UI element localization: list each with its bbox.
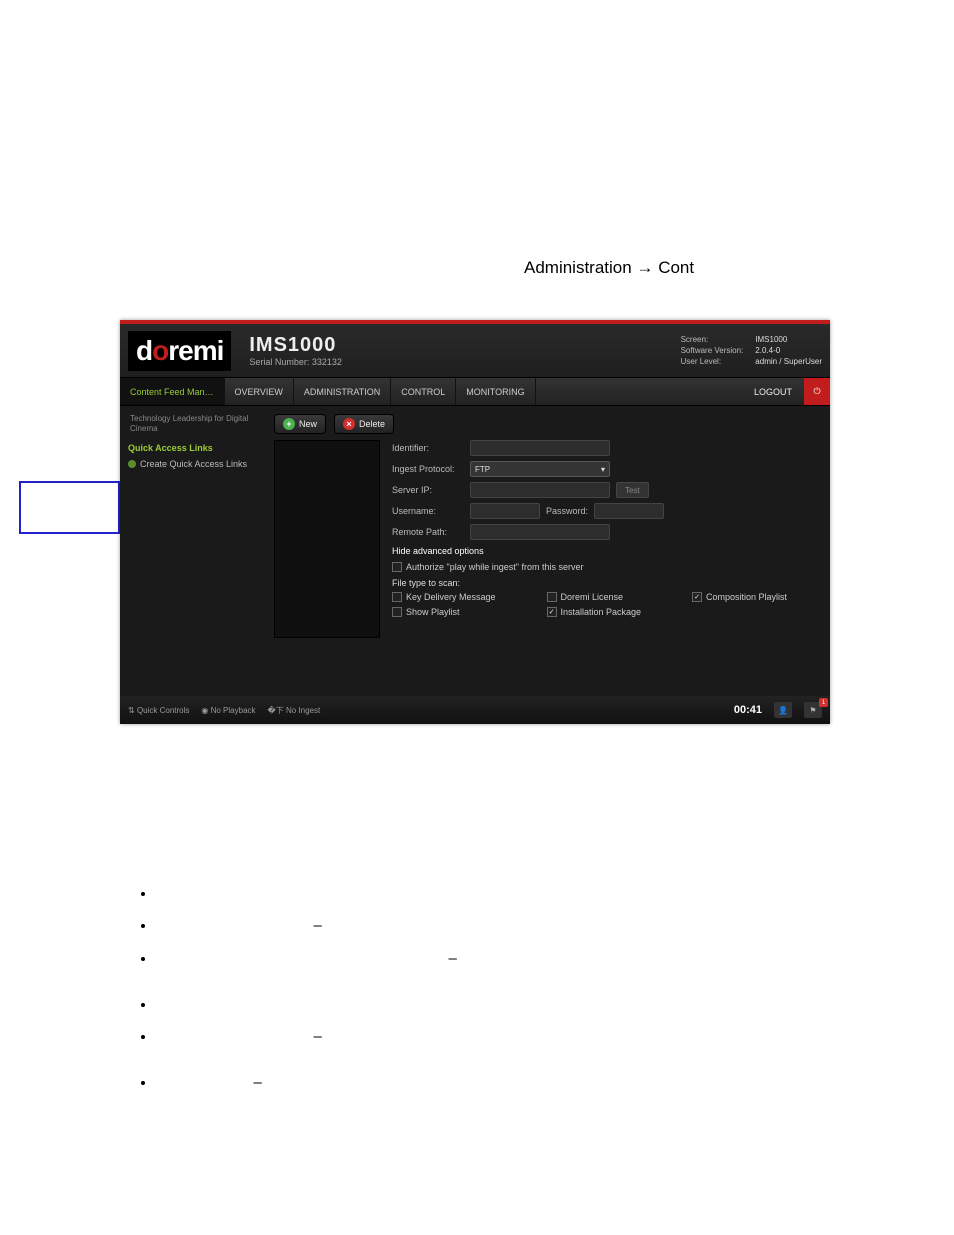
product-block: IMS1000 Serial Number: 332132 — [249, 334, 342, 367]
pkg-checkbox[interactable]: Installation Package — [547, 607, 675, 617]
power-icon[interactable]: ⏻ — [804, 378, 830, 405]
tab-control[interactable]: CONTROL — [391, 378, 456, 405]
delete-button[interactable]: ×Delete — [334, 414, 394, 434]
list-item: xxxxxxxxxxxxx– — [156, 1073, 848, 1107]
server-list[interactable] — [274, 440, 380, 638]
quick-links-title: Quick Access Links — [128, 443, 256, 453]
user-icon[interactable]: 👤 — [774, 702, 792, 718]
tagline: Technology Leadership for Digital Cinema — [130, 414, 256, 433]
list-item: x — [156, 884, 848, 904]
cpl-checkbox[interactable]: Composition Playlist — [692, 592, 820, 602]
password-input[interactable] — [594, 503, 664, 519]
authorize-play-checkbox[interactable]: Authorize "play while ingest" from this … — [392, 562, 820, 572]
ingest-status: �下 No Ingest — [268, 705, 321, 716]
breadcrumb-a: Administration — [524, 258, 632, 277]
status-bar: ⇅ Quick Controls ◉ No Playback �下 No Ing… — [120, 696, 830, 724]
file-type-heading: File type to scan: — [392, 578, 820, 588]
kdm-checkbox[interactable]: Key Delivery Message — [392, 592, 529, 602]
tab-overview[interactable]: OVERVIEW — [225, 378, 294, 405]
plus-icon: + — [283, 418, 295, 430]
breadcrumb-arrow: → — [636, 258, 653, 277]
breadcrumb-b: Cont — [658, 258, 694, 277]
screenshot: doremi IMS1000 Serial Number: 332132 Scr… — [120, 320, 830, 724]
bullet-icon — [128, 460, 136, 468]
test-button[interactable]: Test — [616, 482, 649, 498]
username-label: Username: — [392, 506, 464, 516]
toggle-advanced[interactable]: Hide advanced options — [392, 546, 820, 556]
chevron-down-icon: ▾ — [601, 465, 605, 474]
ingest-protocol-select[interactable]: FTP▾ — [470, 461, 610, 477]
password-label: Password: — [546, 506, 588, 516]
ingest-protocol-label: Ingest Protocol: — [392, 464, 464, 474]
main-pane: +New ×Delete Identifier: Ingest Protocol… — [264, 406, 830, 694]
tab-administration[interactable]: ADMINISTRATION — [294, 378, 391, 405]
tab-bar: Content Feed Man… OVERVIEW ADMINISTRATIO… — [120, 378, 830, 406]
callout-box — [19, 481, 120, 534]
list-item: xxxxxxxxxxxxxxxxxxxxxxxxxxxxxxxxxxxxxxx– — [156, 949, 848, 983]
clock: 00:41 — [734, 704, 762, 716]
list-item: xxxxxxxxxxxxxxxxxxxxx– — [156, 1027, 848, 1061]
breadcrumb: Administration → Cont — [524, 258, 694, 278]
spl-checkbox[interactable]: Show Playlist — [392, 607, 529, 617]
quick-controls[interactable]: ⇅ Quick Controls — [128, 706, 189, 715]
logout-button[interactable]: LOGOUT — [742, 378, 804, 405]
logo: doremi — [128, 331, 231, 371]
server-ip-input[interactable] — [470, 482, 610, 498]
app-header: doremi IMS1000 Serial Number: 332132 Scr… — [120, 324, 830, 378]
bullet-list: x xxxxxxxxxxxxxxxxxxxxx– xxxxxxxxxxxxxxx… — [128, 884, 848, 1119]
product-name: IMS1000 — [249, 334, 342, 357]
tab-content-feed[interactable]: Content Feed Man… — [120, 378, 225, 405]
server-ip-label: Server IP: — [392, 485, 464, 495]
list-item: x — [156, 995, 848, 1015]
server-form: Identifier: Ingest Protocol: FTP▾ Server … — [392, 440, 820, 638]
alerts-icon[interactable]: ⚑1 — [804, 702, 822, 718]
remote-path-input[interactable] — [470, 524, 610, 540]
create-quick-links[interactable]: Create Quick Access Links — [128, 459, 256, 469]
playback-status: ◉ No Playback — [201, 706, 255, 715]
username-input[interactable] — [470, 503, 540, 519]
identifier-input[interactable] — [470, 440, 610, 456]
identifier-label: Identifier: — [392, 443, 464, 453]
header-meta: Screen:IMS1000 Software Version:2.0.4-0 … — [681, 335, 822, 366]
new-button[interactable]: +New — [274, 414, 326, 434]
license-checkbox[interactable]: Doremi License — [547, 592, 675, 602]
x-icon: × — [343, 418, 355, 430]
serial-number: Serial Number: 332132 — [249, 357, 342, 367]
sidebar: Technology Leadership for Digital Cinema… — [120, 406, 264, 694]
tab-monitoring[interactable]: MONITORING — [456, 378, 535, 405]
remote-path-label: Remote Path: — [392, 527, 464, 537]
list-item: xxxxxxxxxxxxxxxxxxxxx– — [156, 916, 848, 936]
